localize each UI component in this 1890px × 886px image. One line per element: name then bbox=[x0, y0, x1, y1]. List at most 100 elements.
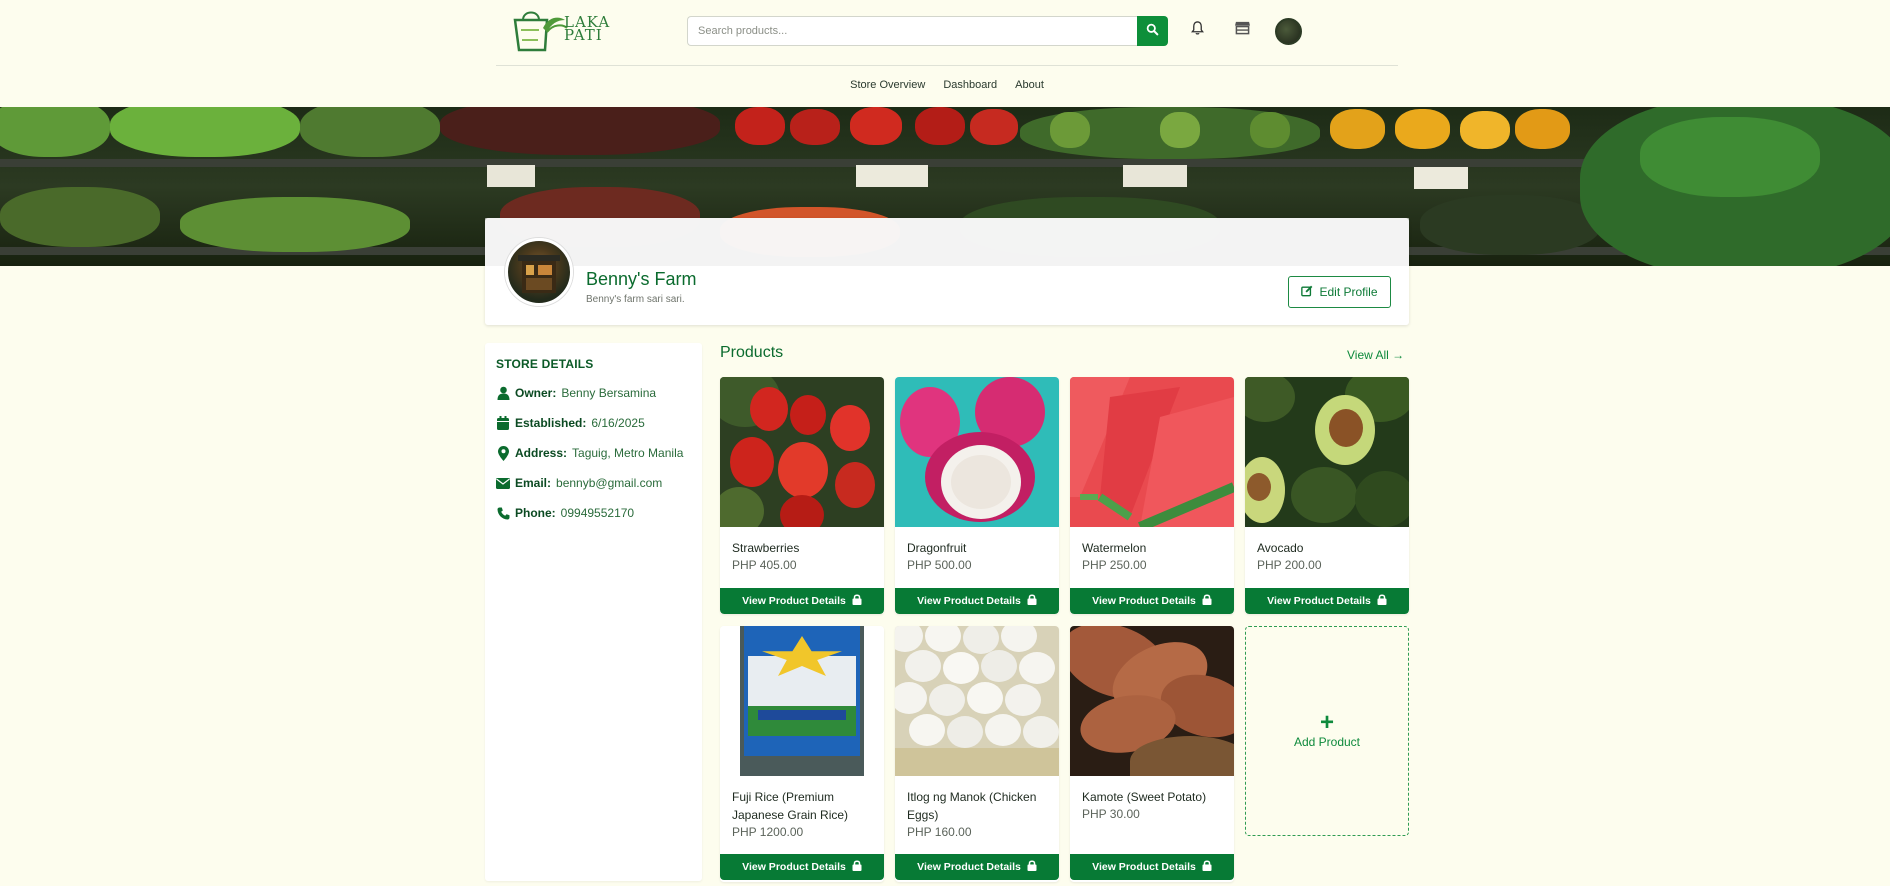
product-card[interactable]: Dragonfruit PHP 500.00 View Product Deta… bbox=[895, 377, 1059, 614]
header: LAKA PATI Store Overview Dashboard About bbox=[0, 0, 1890, 107]
edit-profile-label: Edit Profile bbox=[1319, 285, 1378, 299]
view-product-details-label: View Product Details bbox=[1092, 861, 1196, 873]
product-card[interactable]: Watermelon PHP 250.00 View Product Detai… bbox=[1070, 377, 1234, 614]
product-image bbox=[720, 377, 884, 527]
nav-store-overview[interactable]: Store Overview bbox=[841, 79, 934, 91]
edit-icon bbox=[1301, 285, 1313, 300]
product-image bbox=[1070, 626, 1234, 776]
email-label: Email: bbox=[515, 476, 552, 490]
store-name: Benny's Farm bbox=[586, 269, 697, 289]
calendar-icon bbox=[496, 416, 510, 430]
add-product-card[interactable]: + Add Product bbox=[1245, 626, 1409, 836]
search-input[interactable] bbox=[687, 16, 1137, 46]
search-icon bbox=[1146, 23, 1159, 39]
view-all-link[interactable]: View All → bbox=[1347, 348, 1404, 362]
view-product-details-label: View Product Details bbox=[1267, 595, 1371, 607]
product-name: Strawberries bbox=[732, 541, 800, 555]
user-avatar[interactable] bbox=[1275, 18, 1302, 45]
phone-value: 09949552170 bbox=[560, 506, 635, 520]
view-product-details-button[interactable]: View Product Details bbox=[1070, 854, 1234, 880]
user-icon bbox=[496, 386, 510, 400]
profile-card-overlay bbox=[485, 218, 1409, 266]
location-pin-icon bbox=[496, 445, 510, 461]
owner-row: Owner: Benny Bersamina bbox=[496, 386, 656, 400]
product-card[interactable]: Fuji Rice (Premium Japanese Grain Rice) … bbox=[720, 626, 884, 882]
established-row: Established: 6/16/2025 bbox=[496, 416, 645, 430]
owner-value: Benny Bersamina bbox=[561, 386, 657, 400]
product-price: PHP 30.00 bbox=[1082, 807, 1140, 821]
view-product-details-button[interactable]: View Product Details bbox=[720, 588, 884, 614]
phone-icon bbox=[496, 506, 510, 520]
product-image bbox=[720, 626, 884, 776]
product-price: PHP 1200.00 bbox=[732, 825, 804, 839]
view-product-details-button[interactable]: View Product Details bbox=[1245, 588, 1409, 614]
product-image bbox=[1245, 377, 1409, 527]
lock-icon bbox=[1027, 594, 1037, 608]
view-product-details-label: View Product Details bbox=[742, 861, 846, 873]
phone-label: Phone: bbox=[515, 506, 556, 520]
product-card[interactable]: Strawberries PHP 405.00 View Product Det… bbox=[720, 377, 884, 614]
product-card[interactable]: Kamote (Sweet Potato) PHP 30.00 View Pro… bbox=[1070, 626, 1234, 882]
store-button[interactable] bbox=[1231, 19, 1253, 41]
established-label: Established: bbox=[515, 416, 587, 430]
address-value: Taguig, Metro Manila bbox=[572, 446, 684, 460]
product-card[interactable]: Itlog ng Manok (Chicken Eggs) PHP 160.00… bbox=[895, 626, 1059, 882]
header-divider bbox=[496, 65, 1398, 66]
product-price: PHP 250.00 bbox=[1082, 558, 1147, 572]
lock-icon bbox=[1027, 860, 1037, 874]
search-button[interactable] bbox=[1137, 16, 1168, 46]
product-name: Dragonfruit bbox=[907, 541, 967, 555]
product-name: Watermelon bbox=[1082, 541, 1147, 555]
product-name: Itlog ng Manok (Chicken Eggs) bbox=[907, 790, 1037, 822]
add-product-label: Add Product bbox=[1293, 735, 1361, 749]
bell-icon bbox=[1190, 20, 1205, 41]
email-value: bennyb@gmail.com bbox=[556, 476, 663, 490]
lock-icon bbox=[852, 860, 862, 874]
products-title: Products bbox=[720, 344, 784, 361]
view-product-details-button[interactable]: View Product Details bbox=[1070, 588, 1234, 614]
logo-text: LAKA PATI bbox=[564, 15, 610, 43]
plus-icon: + bbox=[1319, 709, 1334, 736]
view-product-details-button[interactable]: View Product Details bbox=[895, 854, 1059, 880]
product-price: PHP 160.00 bbox=[907, 825, 972, 839]
nav-about[interactable]: About bbox=[1006, 79, 1053, 91]
store-icon bbox=[1234, 20, 1251, 40]
phone-row: Phone: 09949552170 bbox=[496, 506, 634, 520]
store-details-title: STORE DETAILS bbox=[496, 357, 594, 371]
lock-icon bbox=[1202, 594, 1212, 608]
view-product-details-label: View Product Details bbox=[742, 595, 846, 607]
product-image bbox=[895, 377, 1059, 527]
view-product-details-label: View Product Details bbox=[1092, 595, 1196, 607]
product-name: Avocado bbox=[1257, 541, 1304, 555]
lock-icon bbox=[1202, 860, 1212, 874]
product-image bbox=[895, 626, 1059, 776]
store-avatar bbox=[505, 238, 573, 306]
view-product-details-button[interactable]: View Product Details bbox=[895, 588, 1059, 614]
product-price: PHP 500.00 bbox=[907, 558, 972, 572]
store-details-panel: STORE DETAILS Owner: Benny Bersamina Est… bbox=[485, 343, 702, 881]
view-product-details-button[interactable]: View Product Details bbox=[720, 854, 884, 880]
edit-profile-button[interactable]: Edit Profile bbox=[1288, 276, 1391, 308]
notifications-button[interactable] bbox=[1186, 19, 1208, 41]
address-row: Address: Taguig, Metro Manila bbox=[496, 445, 684, 461]
product-price: PHP 405.00 bbox=[732, 558, 797, 572]
address-label: Address: bbox=[515, 446, 568, 460]
store-profile-card: Benny's Farm Benny's farm sari sari. Edi… bbox=[485, 218, 1409, 325]
main-nav: Store Overview Dashboard About bbox=[0, 79, 1890, 91]
view-product-details-label: View Product Details bbox=[917, 595, 1021, 607]
owner-label: Owner: bbox=[515, 386, 557, 400]
product-image bbox=[1070, 377, 1234, 527]
product-price: PHP 200.00 bbox=[1257, 558, 1322, 572]
product-name: Fuji Rice (Premium Japanese Grain Rice) bbox=[732, 790, 849, 822]
email-row: Email: bennyb@gmail.com bbox=[496, 476, 662, 490]
product-name: Kamote (Sweet Potato) bbox=[1082, 790, 1207, 804]
product-card[interactable]: Avocado PHP 200.00 View Product Details bbox=[1245, 377, 1409, 614]
nav-dashboard[interactable]: Dashboard bbox=[934, 79, 1006, 91]
lock-icon bbox=[852, 594, 862, 608]
view-product-details-label: View Product Details bbox=[917, 861, 1021, 873]
lock-icon bbox=[1377, 594, 1387, 608]
envelope-icon bbox=[496, 476, 510, 490]
search-bar bbox=[687, 16, 1168, 46]
store-description: Benny's farm sari sari. bbox=[586, 294, 685, 305]
established-value: 6/16/2025 bbox=[591, 416, 645, 430]
